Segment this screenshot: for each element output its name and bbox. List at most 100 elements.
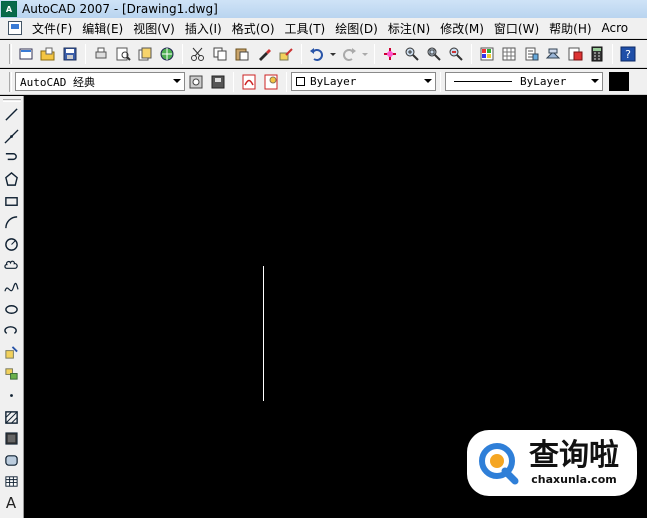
toolbar-separator [182, 43, 183, 64]
arc-icon[interactable] [0, 212, 22, 234]
web-icon[interactable] [157, 44, 177, 64]
save-icon[interactable] [60, 44, 80, 64]
color-swatch [296, 77, 305, 86]
redo-icon[interactable] [339, 44, 359, 64]
pdf-settings-icon[interactable] [261, 72, 281, 92]
polygon-icon[interactable] [0, 169, 22, 191]
tool-palettes-icon[interactable] [521, 44, 541, 64]
redo-dropdown-icon[interactable] [361, 44, 369, 64]
calculator-icon[interactable] [587, 44, 607, 64]
markup-icon[interactable] [565, 44, 585, 64]
help-icon[interactable]: ? [618, 44, 638, 64]
menu-modify[interactable]: 修改(M) [435, 20, 489, 37]
menu-file[interactable]: 文件(F) [27, 20, 77, 37]
plot-preview-icon[interactable] [113, 44, 133, 64]
menu-view[interactable]: 视图(V) [128, 20, 180, 37]
ellipse-icon[interactable] [0, 298, 22, 320]
multiline-text-icon[interactable]: A [0, 493, 22, 515]
zoom-window-icon[interactable] [424, 44, 444, 64]
workspace-save-icon[interactable] [208, 72, 228, 92]
insert-block-icon[interactable] [0, 342, 22, 364]
menu-help[interactable]: 帮助(H) [544, 20, 596, 37]
region-icon[interactable] [0, 450, 22, 472]
watermark-brand-cn: 查询啦 [529, 438, 619, 473]
toolbar-separator [233, 71, 234, 92]
ellipse-arc-icon[interactable] [0, 320, 22, 342]
lineweight-dropdown[interactable] [609, 72, 629, 91]
toolbar-separator [440, 71, 441, 92]
spline-icon[interactable] [0, 277, 22, 299]
watermark-text: 查询啦 chaxunla.com [529, 439, 619, 487]
toolbar-separator [85, 43, 86, 64]
copy-icon[interactable] [210, 44, 230, 64]
zoom-previous-icon[interactable] [446, 44, 466, 64]
workspace-settings-icon[interactable] [186, 72, 206, 92]
undo-icon[interactable] [307, 44, 327, 64]
menu-bar: 文件(F) 编辑(E) 视图(V) 插入(I) 格式(O) 工具(T) 绘图(D… [0, 18, 647, 39]
menu-format[interactable]: 格式(O) [227, 20, 280, 37]
plot-icon[interactable] [91, 44, 111, 64]
autocad-app-icon[interactable]: A [1, 1, 17, 17]
pan-icon[interactable] [380, 44, 400, 64]
toolbar-separator [286, 71, 287, 92]
toolbar-grip[interactable] [9, 43, 12, 64]
color-value: ByLayer [310, 75, 357, 88]
watermark-brand-en: chaxunla.com [531, 473, 617, 486]
window-title: AutoCAD 2007 - [Drawing1.dwg] [22, 2, 218, 16]
workspace-dropdown[interactable]: AutoCAD 经典 [15, 72, 185, 91]
menu-acrobat[interactable]: Acro [597, 21, 634, 35]
polyline-icon[interactable] [0, 147, 22, 169]
zoom-realtime-icon[interactable] [402, 44, 422, 64]
line-icon[interactable] [0, 104, 22, 126]
svg-text:?: ? [625, 48, 631, 61]
undo-dropdown-icon[interactable] [329, 44, 337, 64]
point-icon[interactable] [0, 385, 22, 407]
standard-toolbar: ? [0, 40, 647, 68]
open-icon[interactable] [38, 44, 58, 64]
linetype-value: ByLayer [520, 75, 567, 88]
match-properties-icon[interactable] [254, 44, 274, 64]
circle-icon[interactable] [0, 234, 22, 256]
hatch-icon[interactable] [0, 406, 22, 428]
linetype-dropdown[interactable]: ByLayer [445, 72, 603, 91]
menu-edit[interactable]: 编辑(E) [77, 20, 128, 37]
menu-draw[interactable]: 绘图(D) [330, 20, 383, 37]
draw-toolbar: A [0, 96, 24, 518]
toolbar-grip[interactable] [9, 71, 12, 92]
linetype-sample [454, 81, 512, 82]
properties-icon[interactable] [477, 44, 497, 64]
toolbar-separator [374, 43, 375, 64]
chevron-down-icon [173, 79, 181, 83]
revision-cloud-icon[interactable] [0, 255, 22, 277]
color-dropdown[interactable]: ByLayer [291, 72, 436, 91]
paste-icon[interactable] [232, 44, 252, 64]
toolbar-separator [301, 43, 302, 64]
gradient-icon[interactable] [0, 428, 22, 450]
sheet-set-icon[interactable] [543, 44, 563, 64]
toolbar-separator [471, 43, 472, 64]
watermark-badge: 查询啦 chaxunla.com [467, 430, 637, 496]
new-icon[interactable] [16, 44, 36, 64]
menu-insert[interactable]: 插入(I) [180, 20, 227, 37]
menu-dimension[interactable]: 标注(N) [383, 20, 435, 37]
construction-line-icon[interactable] [0, 126, 22, 148]
pdf-icon[interactable] [239, 72, 259, 92]
title-bar: A AutoCAD 2007 - [Drawing1.dwg] [0, 0, 647, 18]
menu-window[interactable]: 窗口(W) [489, 20, 544, 37]
rectangle-icon[interactable] [0, 190, 22, 212]
design-center-icon[interactable] [499, 44, 519, 64]
chevron-down-icon [591, 79, 599, 83]
toolbar-separator [612, 43, 613, 64]
toolbar-grip[interactable] [2, 99, 21, 102]
drawn-vertical-line[interactable] [263, 266, 264, 401]
document-icon[interactable] [8, 21, 22, 35]
workspace-properties-toolbar: AutoCAD 经典 ByLayer ByLayer [0, 69, 647, 95]
block-editor-icon[interactable] [276, 44, 296, 64]
workspace-value: AutoCAD 经典 [20, 75, 95, 89]
menu-tools[interactable]: 工具(T) [280, 20, 331, 37]
cut-icon[interactable] [188, 44, 208, 64]
publish-icon[interactable] [135, 44, 155, 64]
table-icon[interactable] [0, 471, 22, 493]
chevron-down-icon [424, 79, 432, 83]
make-block-icon[interactable] [0, 363, 22, 385]
